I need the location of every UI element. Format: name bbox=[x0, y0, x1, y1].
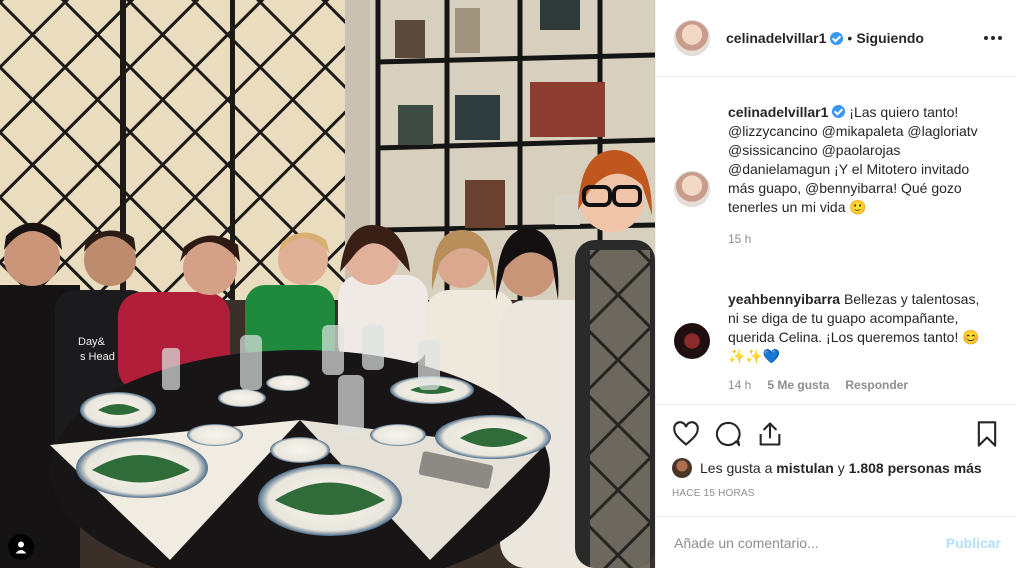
likes-connector: y bbox=[837, 460, 845, 476]
comment-likes-count[interactable]: 5 Me gusta bbox=[767, 378, 829, 392]
comment-username[interactable]: yeahbennyibarra bbox=[728, 291, 840, 307]
author-username[interactable]: celinadelvillar1 bbox=[726, 30, 826, 46]
caption-time[interactable]: 15 h bbox=[728, 232, 751, 246]
comment-input[interactable] bbox=[674, 534, 946, 551]
comment-meta: 14 h 5 Me gusta Responder bbox=[728, 378, 983, 392]
comments-list[interactable]: celinadelvillar1 ¡Las quiero tanto! @liz… bbox=[656, 78, 1016, 404]
bookmark-icon[interactable] bbox=[973, 420, 1001, 448]
caption-username[interactable]: celinadelvillar1 bbox=[728, 104, 828, 120]
comment-item: yeahbennyibarra Bellezas y talentosas, n… bbox=[674, 290, 1004, 392]
likes-others[interactable]: 1.808 personas más bbox=[849, 460, 982, 476]
restaurant-group-photo: Day& s Head bbox=[0, 0, 655, 568]
caption-text: ¡Las quiero tanto! @lizzycancino @mikapa… bbox=[728, 104, 978, 215]
header-separator: • bbox=[847, 30, 853, 46]
post-side-panel: celinadelvillar1 • Siguiendo celinadelvi… bbox=[655, 0, 1016, 568]
add-comment-bar: Publicar bbox=[656, 516, 1016, 568]
author-avatar[interactable] bbox=[674, 20, 710, 56]
caption-body: celinadelvillar1 ¡Las quiero tanto! @liz… bbox=[728, 103, 983, 217]
user-tag-button[interactable] bbox=[8, 534, 34, 560]
comment-icon[interactable] bbox=[714, 420, 742, 448]
comment-body: yeahbennyibarra Bellezas y talentosas, n… bbox=[728, 290, 983, 366]
svg-text:s Head: s Head bbox=[80, 351, 115, 363]
action-bar bbox=[672, 419, 1001, 449]
more-options-icon[interactable] bbox=[981, 26, 1005, 50]
caption-meta: 15 h bbox=[728, 232, 983, 246]
following-button[interactable]: Siguiendo bbox=[856, 30, 924, 46]
post-actions: Les gusta a mistulan y 1.808 personas má… bbox=[656, 404, 1016, 499]
verified-badge-icon bbox=[830, 31, 844, 45]
post-header: celinadelvillar1 • Siguiendo bbox=[656, 0, 1016, 77]
commenter-avatar[interactable] bbox=[674, 323, 710, 359]
likes-prefix: Les gusta a bbox=[700, 460, 773, 476]
post-timestamp[interactable]: HACE 15 HORAS bbox=[672, 488, 1001, 499]
caption-avatar[interactable] bbox=[674, 171, 710, 207]
share-icon[interactable] bbox=[756, 420, 784, 448]
publish-button[interactable]: Publicar bbox=[946, 535, 1001, 551]
liker-avatar[interactable] bbox=[672, 458, 692, 478]
verified-badge-icon bbox=[832, 105, 846, 118]
caption: celinadelvillar1 ¡Las quiero tanto! @liz… bbox=[674, 103, 1004, 246]
heart-icon[interactable] bbox=[672, 420, 700, 448]
svg-text:Day&: Day& bbox=[78, 336, 106, 348]
post-photo[interactable]: Day& s Head bbox=[0, 0, 655, 568]
comment-time[interactable]: 14 h bbox=[728, 378, 751, 392]
user-tag-icon bbox=[15, 541, 27, 554]
liker-username[interactable]: mistulan bbox=[776, 460, 834, 476]
likes-summary: Les gusta a mistulan y 1.808 personas má… bbox=[672, 458, 1001, 478]
reply-button[interactable]: Responder bbox=[845, 378, 908, 392]
